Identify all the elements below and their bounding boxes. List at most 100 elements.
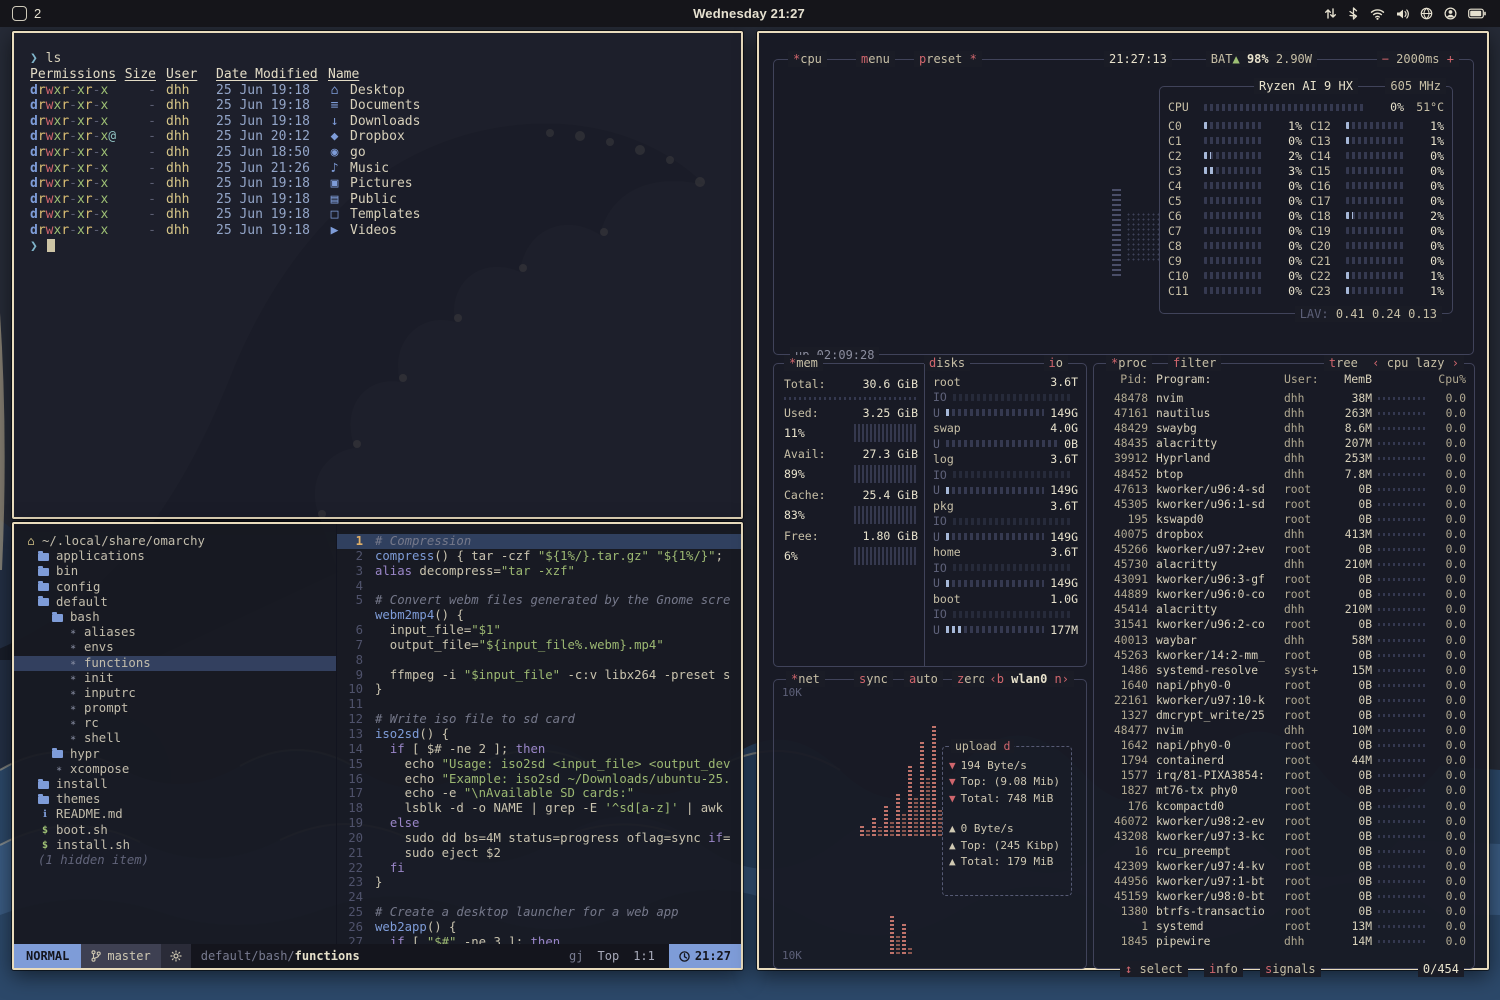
interface-switcher[interactable]: ‹b wlan0 n› — [984, 671, 1074, 687]
mem-meter: 83% — [784, 502, 918, 528]
net-stats-box: upload d ▼194 Byte/s▼Top: (9.08 Mib)▼Tot… — [942, 746, 1072, 896]
user-account-icon[interactable] — [1444, 7, 1457, 20]
statusline-register: gj — [569, 949, 583, 963]
code-line: 18 lsblk -d -o NAME | grep -E '^sd[a-z]'… — [337, 801, 741, 816]
proc-signals-action[interactable]: signals — [1260, 961, 1321, 977]
tree-item-readme-md[interactable]: ℹREADME.md — [14, 807, 336, 822]
file-icon: ∗ — [66, 640, 80, 655]
process-row-waybar[interactable]: 40013waybardhh58M0.0 — [1102, 633, 1466, 648]
bluetooth-icon[interactable] — [1348, 7, 1359, 20]
process-row-systemd[interactable]: 1systemdroot13M0.0 — [1102, 919, 1466, 934]
workspace-indicator[interactable]: 2 — [0, 6, 232, 21]
tab-cpu[interactable]: *cpu — [788, 51, 827, 67]
tree-item-config[interactable]: config — [14, 580, 336, 595]
process-row-kworker-u97-1-bt[interactable]: 44956kworker/u97:1-btroot0B0.0 — [1102, 874, 1466, 889]
tree-item-envs[interactable]: ∗envs — [14, 640, 336, 655]
tree-item-default[interactable]: default — [14, 595, 336, 610]
process-row-kworker-u98-0-bt[interactable]: 45159kworker/u98:0-btroot0B0.0 — [1102, 889, 1466, 904]
code-line: 5# Convert webm files generated by the G… — [337, 593, 741, 608]
proc-view-options[interactable]: tree ‹ cpu lazy › — [1324, 355, 1464, 371]
tree-item-functions[interactable]: ∗functions — [14, 656, 336, 671]
tree-item-applications[interactable]: applications — [14, 549, 336, 564]
refresh-interval-control[interactable]: − 2000ms + — [1377, 51, 1459, 67]
process-row-kworker-u96-2-co[interactable]: 31541kworker/u96:2-coroot0B0.0 — [1102, 617, 1466, 632]
process-row-mt76-tx-phy0[interactable]: 1827mt76-tx phy0root0B0.0 — [1102, 783, 1466, 798]
process-row-kworker-u97-2-ev[interactable]: 45266kworker/u97:2+evroot0B0.0 — [1102, 542, 1466, 557]
network-globe-icon[interactable] — [1420, 7, 1433, 20]
process-row-kworker-u96-4-sd[interactable]: 47613kworker/u96:4-sdroot0B0.0 — [1102, 482, 1466, 497]
process-row-kworker-u97-10-k[interactable]: 22161kworker/u97:10-kroot0B0.0 — [1102, 693, 1466, 708]
tree-item-prompt[interactable]: ∗prompt — [14, 701, 336, 716]
process-row-kworker-14-2-mm[interactable]: 45263kworker/14:2-mm_root0B0.0 — [1102, 648, 1466, 663]
gear-icon[interactable] — [161, 944, 191, 968]
process-row-nvim[interactable]: 48477nvimdhh10M0.0 — [1102, 723, 1466, 738]
net-stats-title[interactable]: upload d — [951, 739, 1014, 753]
tab-menu[interactable]: menu — [856, 51, 895, 67]
process-row-kworker-u96-3-gf[interactable]: 43091kworker/u96:3-gfroot0B0.0 — [1102, 572, 1466, 587]
process-row-kworker-u97-4-kv[interactable]: 42309kworker/u97:4-kvroot0B0.0 — [1102, 859, 1466, 874]
process-row-alacritty[interactable]: 45414alacrittydhh210M0.0 — [1102, 602, 1466, 617]
tree-item-1-hidden-item[interactable]: (1 hidden item) — [14, 853, 336, 868]
process-row-nvim[interactable]: 48478nvimdhh38M0.0 — [1102, 391, 1466, 406]
process-row-kworker-u96-0-co[interactable]: 44889kworker/u96:0-coroot0B0.0 — [1102, 587, 1466, 602]
tree-item-boot-sh[interactable]: $boot.sh — [14, 823, 336, 838]
process-row-napi-phy0-0[interactable]: 1640napi/phy0-0root0B0.0 — [1102, 678, 1466, 693]
process-row-napi-phy0-0[interactable]: 1642napi/phy0-0root0B0.0 — [1102, 738, 1466, 753]
tree-item-inputrc[interactable]: ∗inputrc — [14, 686, 336, 701]
process-row-kworker-u96-1-sd[interactable]: 45305kworker/u96:1-sdroot0B0.0 — [1102, 497, 1466, 512]
process-row-btop[interactable]: 48452btopdhh7.8M0.0 — [1102, 466, 1466, 481]
tab-sync[interactable]: sync — [854, 671, 893, 687]
wifi-icon[interactable] — [1370, 8, 1385, 20]
process-row-swaybg[interactable]: 48429swaybgdhh8.6M0.0 — [1102, 421, 1466, 436]
tree-item-aliases[interactable]: ∗aliases — [14, 625, 336, 640]
tree-item-xcompose[interactable]: ∗xcompose — [14, 762, 336, 777]
tab-filter[interactable]: filter — [1168, 355, 1221, 371]
process-row-kworker-u98-2-ev[interactable]: 46072kworker/u98:2-evroot0B0.0 — [1102, 814, 1466, 829]
process-row-irq-81-pixa3854[interactable]: 1577irq/81-PIXA3854:root0B0.0 — [1102, 768, 1466, 783]
mem-row-used: Used:3.25 GiB — [784, 405, 918, 420]
tree-item-local-share-omarchy[interactable]: ⌂~/.local/share/omarchy — [14, 534, 336, 549]
cpu-core-row-c10: C100% — [1168, 268, 1302, 283]
proc-info-action[interactable]: info — [1204, 961, 1243, 977]
process-row-systemd-resolve[interactable]: 1486systemd-resolvesyst+15M0.0 — [1102, 663, 1466, 678]
process-row-containerd[interactable]: 1794containerdroot44M0.0 — [1102, 753, 1466, 768]
tree-item-bin[interactable]: bin — [14, 564, 336, 579]
process-row-kswapd0[interactable]: 195kswapd0root0B0.0 — [1102, 512, 1466, 527]
file-row-desktop: drwxr-xr-x-dhh25 Jun 19:18⌂Desktop — [30, 83, 725, 99]
process-row-alacritty[interactable]: 45730alacrittydhh210M0.0 — [1102, 557, 1466, 572]
tree-item-shell[interactable]: ∗shell — [14, 731, 336, 746]
folder-icon: ▣ — [328, 176, 341, 192]
tree-item-themes[interactable]: themes — [14, 792, 336, 807]
tree-item-init[interactable]: ∗init — [14, 671, 336, 686]
editor-pane[interactable]: 1# Compression2compress() { tar -czf "${… — [337, 524, 741, 944]
process-row-kworker-u97-3-kc[interactable]: 43208kworker/u97:3-kcroot0B0.0 — [1102, 829, 1466, 844]
tree-item-rc[interactable]: ∗rc — [14, 716, 336, 731]
proc-select-action[interactable]: ↕ select — [1120, 961, 1188, 977]
updown-arrows-icon[interactable] — [1324, 7, 1337, 20]
process-row-rcu-preempt[interactable]: 16rcu_preemptroot0B0.0 — [1102, 844, 1466, 859]
process-row-kcompactd0[interactable]: 176kcompactd0root0B0.0 — [1102, 799, 1466, 814]
tab-net[interactable]: *net — [786, 671, 825, 687]
cpu-core-row-c0: C01% — [1168, 118, 1302, 133]
tab-preset[interactable]: preset * — [914, 51, 982, 67]
tab-mem[interactable]: *mem — [784, 355, 823, 371]
tree-item-install-sh[interactable]: $install.sh — [14, 838, 336, 853]
process-row-dropbox[interactable]: 40075dropboxdhh413M0.0 — [1102, 527, 1466, 542]
cpu-model: Ryzen AI 9 HX — [1254, 78, 1358, 94]
tab-proc[interactable]: *proc — [1106, 355, 1152, 371]
battery-icon[interactable] — [1468, 8, 1486, 19]
process-row-alacritty[interactable]: 48435alacrittydhh207M0.0 — [1102, 436, 1466, 451]
volume-icon[interactable] — [1396, 8, 1409, 20]
process-row-dmcrypt-write-25[interactable]: 1327dmcrypt_write/25root0B0.0 — [1102, 708, 1466, 723]
tree-item-hypr[interactable]: hypr — [14, 747, 336, 762]
process-row-nautilus[interactable]: 47161nautilusdhh263M0.0 — [1102, 406, 1466, 421]
process-row-btrfs-transactio[interactable]: 1380btrfs-transactioroot0B0.0 — [1102, 904, 1466, 919]
git-branch[interactable]: master — [81, 944, 160, 968]
tree-item-install[interactable]: install — [14, 777, 336, 792]
disk-used-meter: U149G — [933, 483, 1078, 499]
tab-auto[interactable]: auto — [904, 671, 943, 687]
tree-item-bash[interactable]: bash — [14, 610, 336, 625]
process-row-hyprland[interactable]: 39912Hyprlanddhh253M0.0 — [1102, 451, 1466, 466]
process-row-pipewire[interactable]: 1845pipewiredhh14M0.0 — [1102, 934, 1466, 949]
file-row-downloads: drwxr-xr-x-dhh25 Jun 19:18↓Downloads — [30, 114, 725, 130]
